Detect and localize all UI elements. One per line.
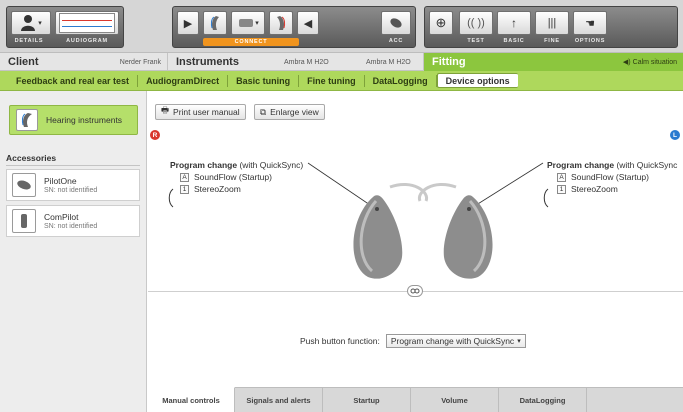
tab-signals-and-alerts[interactable]: Signals and alerts bbox=[235, 388, 323, 412]
left-instrument-button[interactable] bbox=[269, 11, 293, 35]
person-icon bbox=[21, 15, 36, 31]
print-user-manual-button[interactable]: 🖶 Print user manual bbox=[155, 104, 246, 120]
connect-button[interactable]: CONNECT bbox=[203, 38, 299, 46]
accessory-serial: SN: not identified bbox=[44, 223, 98, 230]
remote-control-icon bbox=[390, 18, 402, 28]
print-user-manual-label: Print user manual bbox=[173, 107, 240, 117]
main-toolbar: ▾ DETAILS AUDIOGRAM ▶ ▾ ◀ CONNECT ACC ⊕ … bbox=[0, 0, 683, 53]
ear-test-icon: (( )) bbox=[467, 17, 485, 29]
target-icon: ⊕ bbox=[435, 15, 447, 30]
printer-icon: 🖶 bbox=[161, 105, 170, 115]
audiogram-icon bbox=[59, 13, 115, 33]
left-side-badge: L bbox=[670, 130, 680, 140]
acc-label: ACC bbox=[388, 38, 404, 44]
tab-datalogging-bottom[interactable]: DataLogging bbox=[499, 388, 587, 412]
fine-button[interactable]: ||| bbox=[535, 11, 569, 35]
tab-manual-controls[interactable]: Manual controls bbox=[148, 387, 235, 412]
section-instruments-title: Instruments bbox=[176, 56, 239, 68]
accessories-divider bbox=[6, 165, 140, 166]
accessory-compilot[interactable]: ComPilot SN: not identified bbox=[6, 205, 140, 237]
tab-feedback[interactable]: Feedback and real ear test bbox=[8, 74, 139, 87]
left-hearing-aid-image bbox=[417, 183, 493, 279]
push-button-label: Push button function: bbox=[300, 336, 380, 346]
device-options-tabs: Manual controls Signals and alerts Start… bbox=[148, 387, 683, 412]
push-button-value: Program change with QuickSync bbox=[390, 336, 515, 346]
hearing-instruments-button[interactable]: Hearing instruments bbox=[9, 105, 138, 135]
hearing-aid-icon bbox=[16, 109, 38, 131]
accessory-serial: SN: not identified bbox=[44, 187, 98, 194]
section-client-title: Client bbox=[8, 56, 39, 68]
tab-datalogging[interactable]: DataLogging bbox=[365, 74, 437, 87]
acc-button[interactable] bbox=[381, 11, 411, 35]
test-label: TEST bbox=[467, 38, 485, 44]
enlarge-view-button[interactable]: ⧉ Enlarge view bbox=[254, 104, 325, 120]
dropdown-arrow-icon: ▾ bbox=[38, 20, 42, 27]
push-button-function-select[interactable]: Program change with QuickSync ▾ bbox=[385, 334, 526, 348]
right-instrument-button[interactable] bbox=[203, 11, 227, 35]
accessory-name: ComPilot bbox=[44, 212, 79, 222]
programmer-icon bbox=[239, 19, 254, 27]
tab-device-options[interactable]: Device options bbox=[436, 73, 518, 88]
client-name: Nerder Frank bbox=[119, 58, 161, 66]
basic-button[interactable]: ↑ bbox=[497, 11, 531, 35]
audiogram-button[interactable] bbox=[55, 11, 119, 35]
fitting-tabs: Feedback and real ear test AudiogramDire… bbox=[0, 71, 683, 91]
options-label: OPTIONS bbox=[574, 38, 606, 44]
situation-label: Calm situation bbox=[632, 58, 677, 66]
client-tools-group: ▾ DETAILS AUDIOGRAM bbox=[6, 6, 124, 48]
tab-audiogramdirect[interactable]: AudiogramDirect bbox=[138, 74, 229, 87]
play-icon: ▶ bbox=[183, 17, 193, 30]
mute-button[interactable]: ◀ bbox=[297, 11, 319, 35]
speaker-icon: ◀) bbox=[622, 59, 631, 66]
basic-label: BASIC bbox=[503, 38, 525, 44]
situation-indicator[interactable]: ◀) Calm situation bbox=[622, 58, 677, 67]
enlarge-icon: ⧉ bbox=[260, 106, 267, 117]
instrument-right-model: Ambra M H2O bbox=[284, 58, 329, 66]
section-fitting[interactable]: Fitting ◀) Calm situation bbox=[424, 53, 683, 71]
dropdown-arrow-icon: ▾ bbox=[255, 20, 259, 27]
hearing-instruments-label: Hearing instruments bbox=[46, 115, 123, 125]
tab-basic-tuning[interactable]: Basic tuning bbox=[228, 74, 300, 87]
fitting-tools-group: ⊕ (( )) ↑ ||| ☚ TEST BASIC FINE OPTIONS bbox=[424, 6, 678, 48]
tab-fine-tuning[interactable]: Fine tuning bbox=[299, 74, 365, 87]
tab-startup[interactable]: Startup bbox=[323, 388, 411, 412]
remote-control-icon bbox=[12, 173, 36, 197]
details-button[interactable]: ▾ bbox=[11, 11, 51, 35]
speaker-icon: ◀ bbox=[303, 17, 313, 30]
hearing-aid-icon bbox=[210, 16, 219, 30]
details-label: DETAILS bbox=[14, 38, 44, 44]
tab-volume[interactable]: Volume bbox=[411, 388, 499, 412]
section-fitting-title: Fitting bbox=[432, 56, 466, 68]
dropdown-arrow-icon: ▾ bbox=[517, 338, 521, 345]
right-hearing-aid-image bbox=[353, 183, 429, 279]
accessory-pilotone[interactable]: PilotOne SN: not identified bbox=[6, 169, 140, 201]
device-options-panel: 🖶 Print user manual ⧉ Enlarge view R L P… bbox=[148, 91, 683, 412]
options-button[interactable]: ☚ bbox=[573, 11, 607, 35]
programmer-button[interactable]: ▾ bbox=[231, 11, 265, 35]
section-client[interactable]: Client Nerder Frank bbox=[0, 53, 168, 71]
basic-tuning-icon: ↑ bbox=[511, 16, 517, 30]
binaural-link-icon[interactable] bbox=[407, 285, 423, 297]
audiogram-label: AUDIOGRAM bbox=[66, 38, 108, 44]
sliders-icon: ||| bbox=[547, 17, 557, 29]
hearing-aids-illustration bbox=[168, 162, 549, 279]
fine-label: FINE bbox=[544, 38, 560, 44]
test-button[interactable]: (( )) bbox=[459, 11, 493, 35]
play-button[interactable]: ▶ bbox=[177, 11, 199, 35]
push-button-function-row: Push button function: Program change wit… bbox=[300, 334, 526, 348]
right-side-badge: R bbox=[150, 130, 160, 140]
instrument-left-model: Ambra M H2O bbox=[366, 58, 411, 66]
connect-tools-group: ▶ ▾ ◀ CONNECT ACC bbox=[172, 6, 416, 48]
section-bar: Client Nerder Frank Instruments Ambra M … bbox=[0, 53, 683, 71]
target-button[interactable]: ⊕ bbox=[429, 11, 453, 35]
accessory-name: PilotOne bbox=[44, 176, 77, 186]
compilot-icon bbox=[12, 209, 36, 233]
sidebar: Hearing instruments Accessories PilotOne… bbox=[0, 91, 147, 412]
options-hand-icon: ☚ bbox=[585, 17, 595, 30]
section-instruments[interactable]: Instruments Ambra M H2O Ambra M H2O bbox=[168, 53, 424, 71]
accessories-heading: Accessories bbox=[6, 153, 57, 163]
enlarge-view-label: Enlarge view bbox=[270, 107, 319, 117]
hearing-aid-icon bbox=[277, 16, 286, 30]
